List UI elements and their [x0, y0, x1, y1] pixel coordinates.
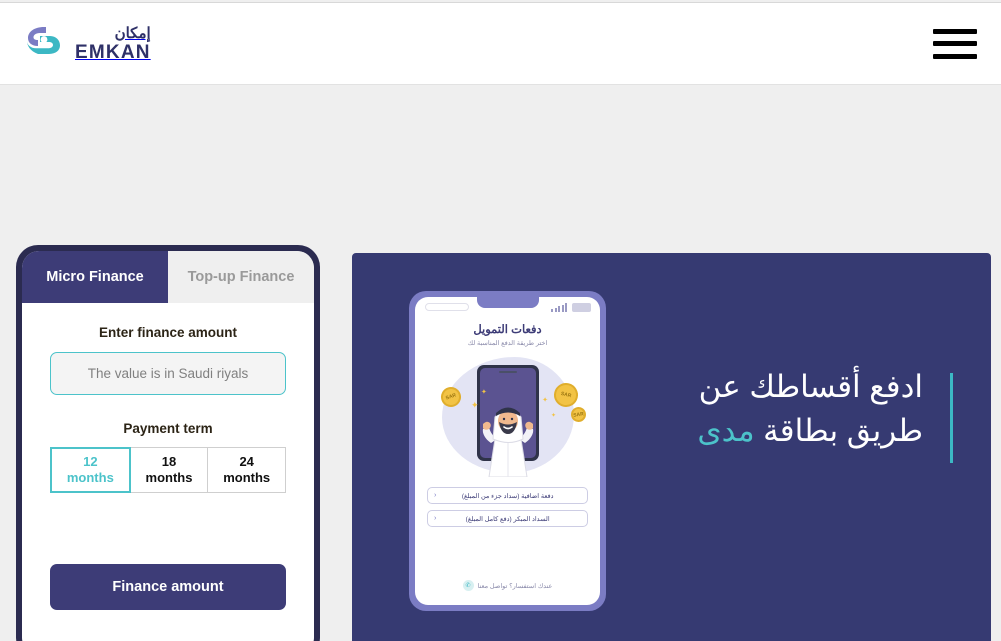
- phone-mockup: دفعات التمويل اختر طريقة الدفع المناسبة …: [409, 291, 606, 611]
- brand-latin: EMKAN: [75, 41, 151, 63]
- brand-wordmark: إمكان EMKAN: [75, 26, 151, 62]
- payment-option-early-settlement[interactable]: السداد المبكر (دفع كامل المبلغ) ›: [427, 510, 588, 527]
- finance-calculator-card: Micro Finance Top-up Finance Enter finan…: [16, 245, 320, 641]
- hamburger-bar: [933, 53, 977, 59]
- emkan-logo-mark-icon: [22, 24, 66, 63]
- term-number: 24: [239, 453, 254, 469]
- phone-contact-text: عندك استفسار؟ تواصل معنا: [477, 582, 553, 590]
- phone-contact-footer[interactable]: عندك استفسار؟ تواصل معنا ✆: [415, 580, 600, 591]
- page-content: Micro Finance Top-up Finance Enter finan…: [0, 85, 1001, 641]
- support-phone-icon: ✆: [462, 580, 474, 591]
- promo-line-1: ادفع أقساطك عن: [698, 369, 923, 404]
- phone-screen-subtitle: اختر طريقة الدفع المناسبة لك: [467, 340, 548, 347]
- finance-type-tabs: Micro Finance Top-up Finance: [22, 251, 314, 303]
- brand-logo[interactable]: إمكان EMKAN: [22, 24, 151, 63]
- term-unit: months: [223, 470, 271, 485]
- phone-search-pill: [425, 303, 469, 311]
- term-number: 18: [161, 453, 177, 469]
- payment-option-label: دفعة اضافية (سداد جزء من المبلغ): [461, 492, 554, 500]
- term-option-18-months[interactable]: 18 months: [130, 447, 209, 493]
- promo-banner: ادفع أقساطك عن طريق بطاقة مدى دفعات التم…: [352, 253, 991, 641]
- phone-status-bar: [415, 297, 600, 319]
- term-number: 12: [83, 453, 98, 469]
- phone-screen: دفعات التمويل اختر طريقة الدفع المناسبة …: [415, 297, 600, 605]
- person-illustration: [482, 407, 533, 477]
- promo-line-2-accent: مدى: [697, 413, 755, 449]
- promo-line-2-plain: طريق بطاقة: [754, 413, 923, 449]
- phone-notch: [476, 297, 539, 308]
- hamburger-bar: [933, 28, 977, 34]
- battery-icon: [572, 303, 591, 312]
- payment-option-list: دفعة اضافية (سداد جزء من المبلغ) › السدا…: [415, 487, 600, 533]
- card-inner: Micro Finance Top-up Finance Enter finan…: [22, 251, 314, 641]
- payment-option-label: السداد المبكر (دفع كامل المبلغ): [465, 515, 550, 523]
- promo-accent-rule: [950, 373, 953, 463]
- term-unit: months: [66, 470, 114, 485]
- tab-micro-finance[interactable]: Micro Finance: [22, 251, 168, 303]
- payment-option-partial[interactable]: دفعة اضافية (سداد جزء من المبلغ) ›: [427, 487, 588, 504]
- brand-arabic: إمكان: [114, 24, 151, 42]
- term-option-24-months[interactable]: 24 months: [208, 447, 287, 493]
- finance-amount-submit-button[interactable]: Finance amount: [50, 564, 286, 610]
- phone-illustration: ✦ ✦ ✦ ✦ SAR SAR SAR: [415, 353, 600, 481]
- amount-label: Enter finance amount: [98, 325, 238, 340]
- payment-term-label: Payment term: [123, 421, 213, 436]
- sparkle-icon: ✦: [550, 413, 556, 419]
- sparkle-icon: ✦: [481, 389, 487, 396]
- term-unit: months: [145, 470, 193, 485]
- card-body: Enter finance amount Payment term 12 mon…: [22, 303, 314, 641]
- hamburger-menu-icon[interactable]: [933, 27, 977, 61]
- promo-line-2: طريق بطاقة مدى: [697, 409, 923, 453]
- site-header: إمكان EMKAN: [0, 3, 1001, 85]
- finance-amount-input[interactable]: [50, 352, 286, 395]
- phone-screen-title: دفعات التمويل: [473, 324, 542, 336]
- promo-copy: ادفع أقساطك عن طريق بطاقة مدى: [697, 365, 945, 453]
- term-option-12-months[interactable]: 12 months: [50, 447, 131, 493]
- hamburger-bar: [933, 41, 977, 46]
- chevron-right-icon: ›: [434, 492, 437, 499]
- tab-topup-finance[interactable]: Top-up Finance: [168, 251, 314, 303]
- chevron-right-icon: ›: [434, 515, 437, 522]
- signal-bars-icon: [551, 303, 567, 312]
- payment-term-options: 12 months 18 months 24 months: [50, 447, 287, 493]
